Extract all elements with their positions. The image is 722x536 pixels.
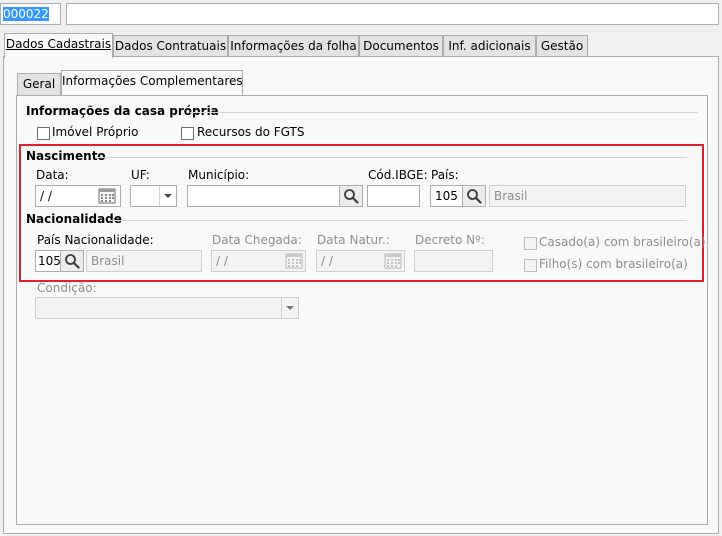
filhos-brasileiro-checkbox <box>524 259 537 272</box>
recursos-fgts-checkbox[interactable] <box>181 127 194 140</box>
nacionalidade-title: Nacionalidade <box>26 212 122 226</box>
data-natur-label: Data Natur.: <box>317 233 390 247</box>
tab-inf-adicionais[interactable]: Inf. adicionais <box>443 35 536 57</box>
uf-select[interactable] <box>130 185 177 207</box>
tab-informacoes-complementares[interactable]: Informações Complementares <box>61 70 243 95</box>
pais-search-button[interactable] <box>462 185 486 207</box>
data-chegada-label: Data Chegada: <box>212 233 302 247</box>
code-field[interactable]: 000022 <box>0 3 61 25</box>
tab-dados-contratuais[interactable]: Dados Contratuais <box>113 35 228 57</box>
condicao-dropdown-button <box>281 298 298 318</box>
search-icon <box>344 189 359 204</box>
pais-nacionalidade-code-value: 105 <box>38 254 61 268</box>
nascimento-separator <box>97 157 687 158</box>
data-chegada-value: / / <box>216 254 228 268</box>
uf-label: UF: <box>131 168 150 182</box>
tab-label: Geral <box>22 77 56 91</box>
decreto-label: Decreto Nº: <box>415 233 485 247</box>
pais-nacionalidade-code-field[interactable]: 105 <box>35 250 61 272</box>
tab-informacoes-da-folha[interactable]: Informações da folha <box>228 35 359 57</box>
pais-nacionalidade-search-button[interactable] <box>60 250 84 272</box>
pais-code-value: 105 <box>435 189 458 203</box>
pais-code-field[interactable]: 105 <box>430 185 463 207</box>
data-nascimento-value: / / <box>40 189 52 203</box>
data-nascimento-label: Data: <box>36 168 69 182</box>
tab-dados-cadastrais[interactable]: Dados Cadastrais <box>4 33 113 58</box>
pais-nacionalidade-name-value: Brasil <box>91 254 125 268</box>
municipio-field[interactable] <box>187 185 340 207</box>
tab-label: Inf. adicionais <box>448 39 531 53</box>
pais-label: País: <box>431 168 459 182</box>
recursos-fgts-label: Recursos do FGTS <box>197 125 305 139</box>
tab-label: Dados Cadastrais <box>5 37 112 51</box>
tab-label: Informações da folha <box>230 39 357 53</box>
search-icon <box>65 254 80 269</box>
municipio-label: Município: <box>188 168 250 182</box>
filhos-brasileiro-label: Filho(s) com brasileiro(a) <box>539 257 688 271</box>
casado-brasileiro-checkbox <box>524 237 537 250</box>
name-field[interactable] <box>66 3 719 25</box>
search-icon <box>467 189 482 204</box>
cod-ibge-field[interactable] <box>367 185 420 207</box>
nascimento-title: Nascimento <box>26 149 106 163</box>
uf-dropdown-button[interactable] <box>159 186 176 206</box>
casa-propria-title: Informações da casa própria <box>26 104 219 118</box>
pais-name-value: Brasil <box>494 189 528 203</box>
decreto-field <box>414 250 493 272</box>
cod-ibge-label: Cód.IBGE: <box>368 168 428 182</box>
tab-label: Documentos <box>363 39 439 53</box>
chevron-down-icon <box>286 305 294 310</box>
tab-label: Dados Contratuais <box>114 39 227 53</box>
condicao-select <box>35 297 299 319</box>
nacionalidade-separator <box>108 220 687 221</box>
tab-geral[interactable]: Geral <box>17 73 61 95</box>
pais-nacionalidade-name-field: Brasil <box>86 250 202 272</box>
code-value-selected: 000022 <box>3 7 49 21</box>
tab-documentos[interactable]: Documentos <box>359 35 443 57</box>
condicao-label: Condição: <box>37 281 97 295</box>
calendar-icon <box>284 252 304 270</box>
imovel-proprio-label: Imóvel Próprio <box>52 125 139 139</box>
calendar-icon[interactable] <box>97 187 117 205</box>
pais-name-field: Brasil <box>489 185 686 207</box>
data-natur-value: / / <box>321 254 333 268</box>
pais-nacionalidade-label: País Nacionalidade: <box>37 233 154 247</box>
tab-gestao[interactable]: Gestão <box>536 35 588 57</box>
tab-label: Informações Complementares <box>62 74 243 88</box>
chevron-down-icon <box>164 193 172 198</box>
tab-label: Gestão <box>540 39 584 53</box>
imovel-proprio-checkbox[interactable] <box>37 127 50 140</box>
casado-brasileiro-label: Casado(a) com brasileiro(a) <box>539 235 706 249</box>
municipio-search-button[interactable] <box>339 185 363 207</box>
casa-propria-separator <box>190 112 698 113</box>
calendar-icon <box>383 252 403 270</box>
